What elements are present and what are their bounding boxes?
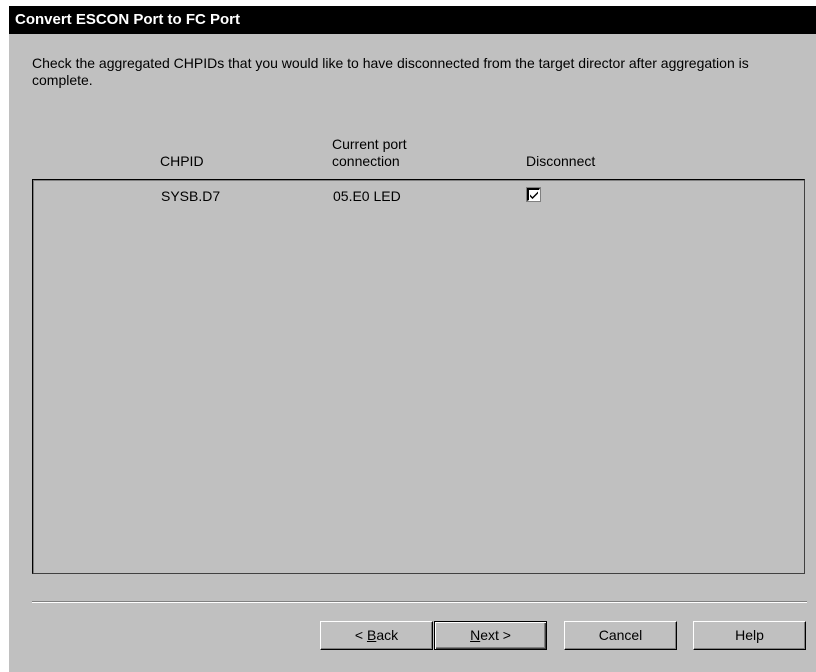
- column-header-chpid: CHPID: [160, 153, 204, 169]
- disconnect-cell: [526, 187, 541, 202]
- chpid-cell: SYSB.D7: [161, 188, 221, 204]
- next-rest: ext >: [480, 627, 511, 643]
- column-header-connection-line2: connection: [332, 153, 400, 169]
- back-button[interactable]: < Back: [320, 621, 433, 650]
- convert-escon-dialog: Convert ESCON Port to FC Port Check the …: [9, 6, 816, 672]
- cancel-button[interactable]: Cancel: [564, 621, 677, 650]
- column-header-disconnect: Disconnect: [526, 153, 596, 169]
- next-mnemonic: N: [470, 627, 481, 643]
- column-header-current-port-connection: Current port connection: [332, 136, 407, 170]
- button-separator: [32, 601, 807, 603]
- next-button[interactable]: Next >: [434, 621, 547, 650]
- back-rest: ack: [376, 627, 399, 643]
- help-button[interactable]: Help: [693, 621, 806, 650]
- dialog-title: Convert ESCON Port to FC Port: [9, 6, 816, 34]
- instructions-text: Check the aggregated CHPIDs that you wou…: [32, 55, 749, 88]
- chpid-list[interactable]: SYSB.D7 05.E0 LED: [32, 179, 805, 574]
- back-prefix: <: [354, 627, 367, 643]
- table-row[interactable]: SYSB.D7 05.E0 LED: [33, 186, 804, 206]
- back-mnemonic: B: [366, 627, 377, 643]
- checkmark-icon: [530, 191, 538, 199]
- disconnect-checkbox[interactable]: [526, 187, 541, 202]
- connection-cell: 05.E0 LED: [333, 188, 401, 204]
- column-header-connection-line1: Current port: [332, 136, 407, 152]
